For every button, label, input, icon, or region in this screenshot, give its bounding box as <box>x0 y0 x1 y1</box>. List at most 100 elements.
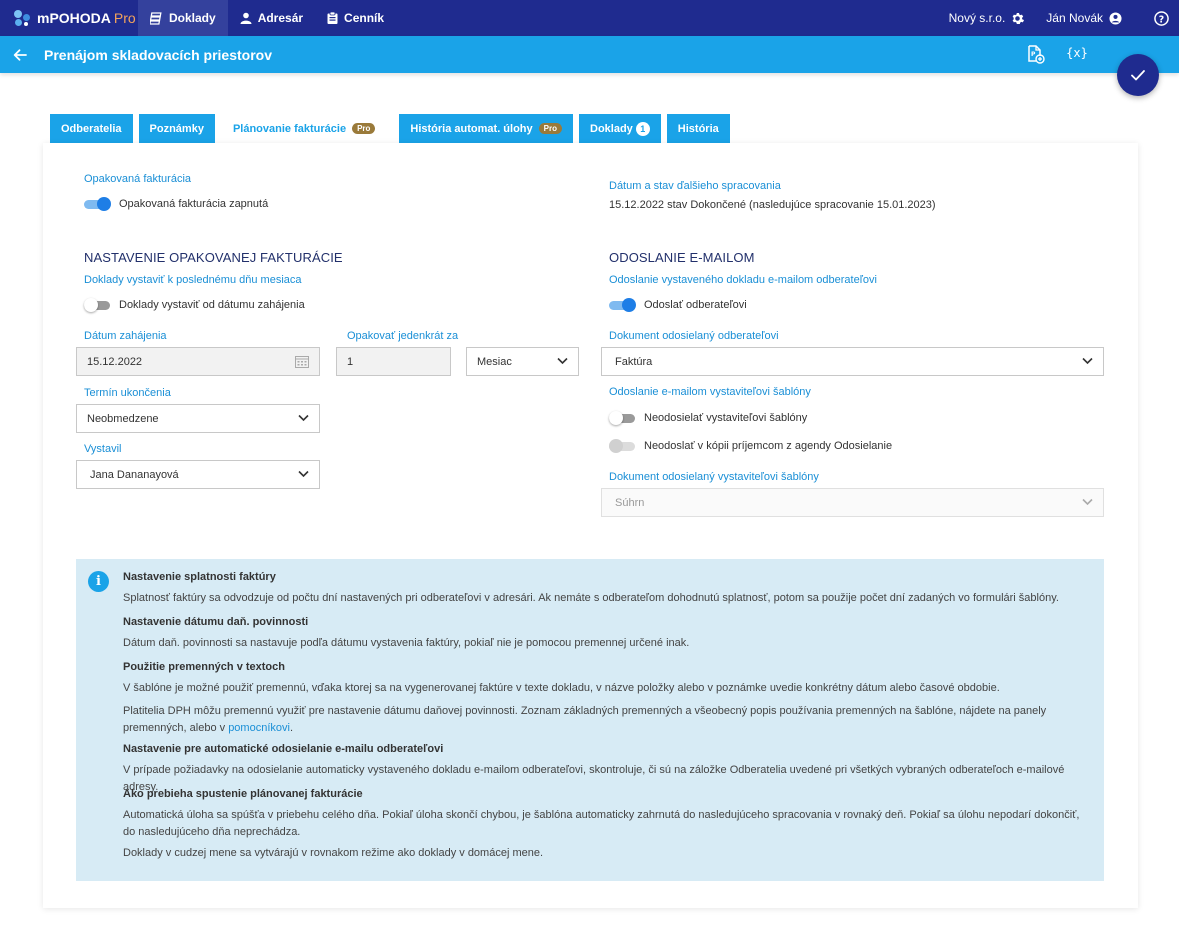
repeat-count-input[interactable]: 1 <box>336 347 451 376</box>
variables-icon: {x} <box>1067 46 1087 60</box>
stack-icon <box>150 11 163 25</box>
logo-icon <box>12 8 32 28</box>
tab-label: Odberatelia <box>61 122 122 135</box>
tab-poznamky[interactable]: Poznámky <box>138 114 215 143</box>
confirm-button[interactable] <box>1117 54 1159 96</box>
variables-button[interactable]: {x} <box>1067 45 1087 64</box>
end-label: Termín ukončenia <box>84 387 171 399</box>
email-send-toggle-label: Odoslať odberateľovi <box>644 299 747 311</box>
tab-planovanie-fakturacie[interactable]: Plánovanie fakturácie Pro <box>220 114 394 143</box>
tab-odberatelia[interactable]: Odberatelia <box>50 114 133 143</box>
svg-text:{x}: {x} <box>1067 46 1087 60</box>
count-badge: 1 <box>635 121 650 136</box>
company-selector[interactable]: Nový s.r.o. <box>949 11 1025 25</box>
tab-historia[interactable]: História <box>666 114 730 143</box>
document-add-icon: P <box>1028 45 1045 64</box>
person-icon <box>240 12 252 24</box>
page-header: Prenájom skladovacích priestorov P {x} <box>0 36 1179 73</box>
no-copy-label: Neodoslať v kópii príjemcom z agendy Odo… <box>644 440 893 452</box>
company-name: Nový s.r.o. <box>948 11 1006 25</box>
pro-badge: Pro <box>538 123 562 134</box>
start-date-label: Dátum zahájenia <box>84 330 167 342</box>
info-heading: Ako prebieha spustenie plánovanej faktur… <box>123 788 363 800</box>
settings-heading: NASTAVENIE OPAKOVANEJ FAKTURÁCIE <box>84 250 343 265</box>
tab-label: Doklady <box>590 122 633 135</box>
from-start-label: Doklady vystaviť od dátumu zahájenia <box>119 299 305 311</box>
email-doc-select[interactable]: Faktúra <box>601 347 1104 376</box>
info-paragraph: V šablóne je možné použiť premennú, vďak… <box>123 682 1000 694</box>
info-text-end: . <box>289 722 294 734</box>
info-heading: Nastavenie dátumu daň. povinnosti <box>123 616 309 628</box>
start-date-value: 15.12.2022 <box>87 355 143 368</box>
from-start-toggle[interactable] <box>84 298 112 312</box>
gear-icon <box>1012 12 1025 24</box>
info-heading: Nastavenie splatnosti faktúry <box>123 571 276 583</box>
svg-text:?: ? <box>1159 14 1164 25</box>
add-document-button[interactable]: P <box>1027 45 1045 64</box>
page-title: Prenájom skladovacích priestorov <box>44 46 272 63</box>
help-icon: ? <box>1154 10 1169 26</box>
recurring-label: Opakovaná fakturácia <box>84 173 192 185</box>
nav-cennik[interactable]: Cenník <box>315 0 396 36</box>
info-paragraph: Doklady v cudzej mene sa vytvárajú v rov… <box>123 847 544 859</box>
arrow-left-icon <box>13 48 27 61</box>
tab-label: Poznámky <box>149 122 204 135</box>
no-copy-toggle[interactable] <box>609 439 637 453</box>
info-box: i Nastavenie splatnosti faktúry Splatnos… <box>76 559 1104 881</box>
user-menu[interactable]: Ján Novák <box>1046 11 1122 25</box>
help-link[interactable]: pomocníkovi <box>228 722 290 734</box>
nav-adresar[interactable]: Adresár <box>228 0 315 36</box>
tab-bar: Odberatelia Poznámky Plánovanie fakturác… <box>50 114 736 143</box>
checkmark-icon <box>1131 69 1145 80</box>
start-date-input[interactable]: 15.12.2022 <box>76 347 320 376</box>
issuer-doc-value: Súhrn <box>615 496 645 509</box>
recurring-toggle-label: Opakovaná fakturácia zapnutá <box>119 198 269 210</box>
repeat-unit-select[interactable]: Mesiac <box>466 347 579 376</box>
back-button[interactable] <box>0 48 40 61</box>
email-heading: ODOSLANIE E-MAILOM <box>609 250 755 265</box>
pro-badge: Pro <box>352 123 376 134</box>
app-logo[interactable]: mPOHODA Pro <box>0 0 138 36</box>
app-name: mPOHODA <box>37 10 111 26</box>
recurring-toggle[interactable] <box>84 197 112 211</box>
help-button[interactable]: ? <box>1148 10 1169 26</box>
no-send-issuer-toggle[interactable] <box>609 411 637 425</box>
content-panel: Opakovaná fakturácia Opakovaná fakturáci… <box>43 143 1138 908</box>
email-send-label: Odoslanie vystaveného dokladu e-mailom o… <box>609 274 877 286</box>
repeat-unit-value: Mesiac <box>477 355 512 368</box>
issuer-send-label: Odoslanie e-mailom vystaviteľovi šablóny <box>609 386 811 398</box>
next-processing-label: Dátum a stav ďalšieho spracovania <box>609 180 781 192</box>
email-send-toggle[interactable] <box>609 298 637 312</box>
chevron-down-icon <box>298 414 309 422</box>
chevron-down-icon <box>1082 498 1093 506</box>
tab-doklady[interactable]: Doklady 1 <box>579 114 661 143</box>
info-paragraph: Dátum daň. povinnosti sa nastavuje podľa… <box>123 637 690 649</box>
clipboard-icon <box>327 12 338 24</box>
user-circle-icon <box>1109 11 1122 25</box>
issuer-select[interactable]: Jana Dananayová <box>76 460 320 489</box>
nav-doklady[interactable]: Doklady <box>138 0 228 36</box>
chevron-down-icon <box>1082 357 1093 365</box>
tab-label: História automat. úlohy <box>410 122 533 135</box>
no-send-issuer-label: Neodosielať vystaviteľovi šablóny <box>644 412 808 424</box>
info-icon: i <box>88 571 109 592</box>
info-paragraph: Automatická úloha sa spúšťa v priebehu c… <box>123 809 1080 838</box>
email-doc-label: Dokument odosielaný odberateľovi <box>609 330 779 342</box>
chevron-down-icon <box>298 470 309 478</box>
repeat-label: Opakovať jedenkrát za <box>347 330 459 342</box>
email-doc-value: Faktúra <box>615 355 653 368</box>
nav-adresar-label: Adresár <box>257 11 304 25</box>
app-pro-label: Pro <box>113 10 136 26</box>
tab-historia-automat-ulohy[interactable]: História automat. úlohy Pro <box>399 114 573 143</box>
issuer-label: Vystavil <box>84 443 122 455</box>
end-select[interactable]: Neobmedzene <box>76 404 320 433</box>
issuer-value: Jana Dananayová <box>90 468 179 481</box>
info-heading: Nastavenie pre automatické odosielanie e… <box>123 743 444 755</box>
next-processing-value: 15.12.2022 stav Dokončené (nasledujúce s… <box>609 199 936 211</box>
issuer-doc-select[interactable]: Súhrn <box>601 488 1104 517</box>
chevron-down-icon <box>557 357 568 365</box>
info-paragraph: Platitelia DPH môžu premennú využiť pre … <box>123 703 1083 737</box>
calendar-icon[interactable] <box>295 355 309 368</box>
tab-label: História <box>677 122 719 135</box>
svg-text:P: P <box>1031 51 1036 58</box>
